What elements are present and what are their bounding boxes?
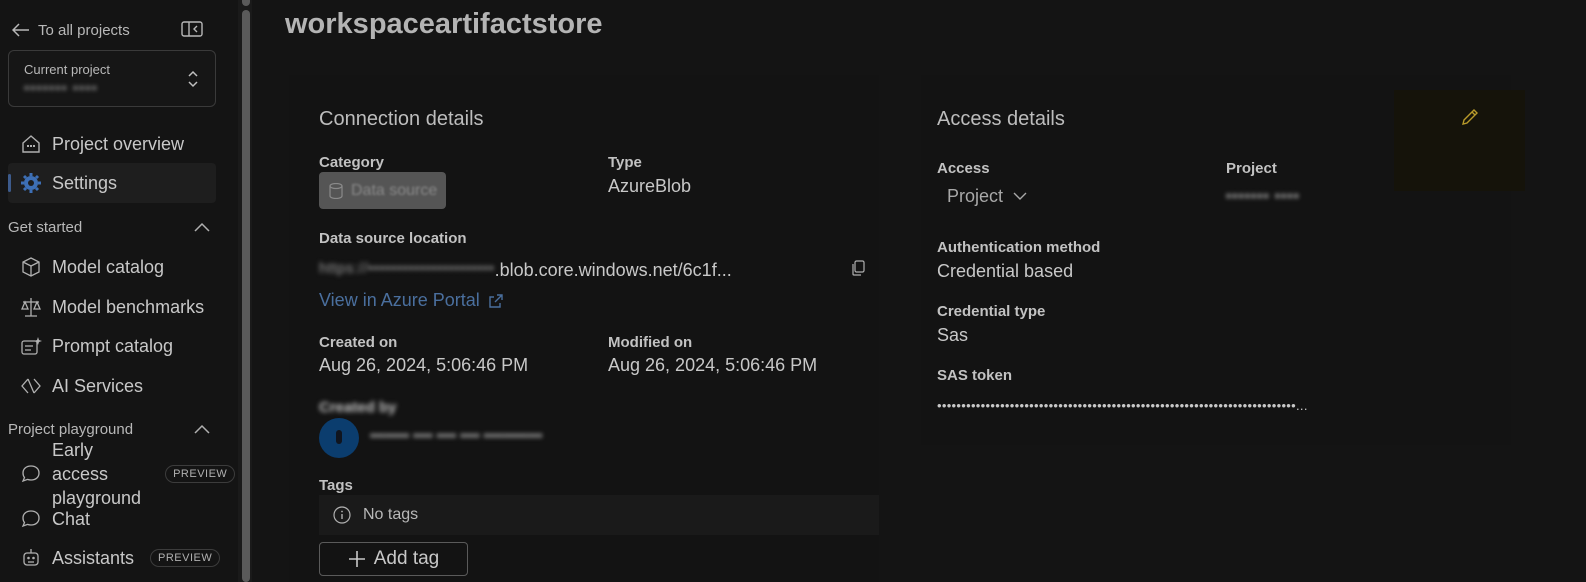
sidebar-collapse-icon: [181, 21, 203, 37]
nav-ai-services[interactable]: AI Services: [8, 366, 216, 406]
prompt-icon: [21, 337, 42, 355]
location-visible: .blob.core.windows.net/6c1f...: [494, 260, 732, 280]
collapse-sidebar-button[interactable]: [181, 20, 203, 38]
arrow-left-icon: [12, 23, 29, 37]
connection-details-title: Connection details: [319, 108, 484, 130]
chat-icon: [21, 510, 40, 528]
nav-chat[interactable]: Chat: [8, 499, 216, 539]
preview-badge: PREVIEW: [150, 549, 221, 567]
nav-project-overview[interactable]: Project overview: [8, 124, 216, 164]
home-icon: [22, 135, 40, 153]
chevron-up-icon: [194, 424, 210, 434]
type-value: AzureBlob: [608, 176, 692, 196]
scrollbar-thumb[interactable]: [242, 10, 250, 582]
nav-settings[interactable]: Settings: [8, 163, 216, 203]
sas-token-value: ••••••••••••••••••••••••••••••••••••••••…: [937, 398, 1308, 413]
created-on-value: Aug 26, 2024, 5:06:46 PM: [319, 355, 529, 375]
category-chip: Data source: [319, 172, 446, 209]
nav-prompt-catalog-label: Prompt catalog: [52, 335, 174, 356]
group-get-started[interactable]: Get started: [8, 215, 216, 239]
location-blurred: https://••••••••••••••••••••••: [319, 260, 495, 277]
nav-chat-label: Chat: [52, 508, 91, 529]
nav-project-overview-label: Project overview: [52, 133, 185, 154]
category-value: Data source: [351, 181, 438, 199]
sidebar: To all projects Current project ••••••• …: [0, 0, 238, 582]
preview-badge: PREVIEW: [165, 465, 236, 483]
nav-early-access-playground[interactable]: Early access playground PREVIEW: [8, 440, 236, 508]
current-project-label: Current project: [24, 62, 110, 77]
early-access-label-line1: Early access: [52, 440, 109, 484]
nav-assistants-label: Assistants: [52, 547, 135, 568]
tags-label: Tags: [319, 477, 353, 494]
avatar: [319, 418, 359, 458]
chevron-updown-icon: [188, 70, 198, 88]
info-icon: [333, 506, 351, 524]
modified-on-value: Aug 26, 2024, 5:06:46 PM: [608, 355, 818, 375]
page-title: workspaceartifactstore: [285, 8, 603, 40]
nav-model-benchmarks[interactable]: Model benchmarks: [8, 287, 216, 327]
category-label: Category: [319, 154, 385, 171]
created-by-label: Created by: [319, 399, 397, 416]
back-to-projects-link[interactable]: To all projects: [12, 20, 130, 40]
pencil-icon: [1462, 109, 1478, 125]
tags-box: No tags: [319, 495, 879, 535]
project-label: Project: [1226, 160, 1277, 177]
sas-token-label: SAS token: [937, 367, 1013, 384]
chevron-up-icon: [194, 222, 210, 232]
access-dropdown[interactable]: Project: [947, 186, 1027, 207]
credential-type-label: Credential type: [937, 303, 1046, 320]
created-on-label: Created on: [319, 334, 398, 351]
created-by-value: •••••••• •••• •••• •••• ••••••••••••: [370, 427, 543, 443]
main-content: workspaceartifactstore Connection detail…: [252, 0, 1586, 582]
current-project-value: ••••••• ••••: [24, 80, 98, 97]
type-label: Type: [608, 154, 642, 171]
data-source-location-value: https://•••••••••••••••••••••• .blob.cor…: [319, 260, 732, 281]
nav-model-catalog-label: Model catalog: [52, 256, 165, 277]
nav-model-catalog[interactable]: Model catalog: [8, 247, 216, 287]
plus-icon: [348, 551, 365, 567]
project-value: ••••••• ••••: [1226, 188, 1300, 205]
scale-icon: [21, 298, 41, 317]
nav-prompt-catalog[interactable]: Prompt catalog: [8, 326, 216, 366]
project-selector[interactable]: Current project ••••••• ••••: [8, 50, 216, 107]
nav-assistants[interactable]: Assistants PREVIEW: [8, 538, 221, 578]
auth-method-label: Authentication method: [937, 239, 1101, 256]
auth-method-value: Credential based: [937, 261, 1074, 281]
chevron-down-icon: [1013, 192, 1027, 200]
nav-ai-services-label: AI Services: [52, 375, 144, 396]
modified-on-label: Modified on: [608, 334, 693, 351]
group-get-started-label: Get started: [8, 218, 83, 236]
portal-link-label: View in Azure Portal: [319, 290, 480, 310]
back-link-label: To all projects: [38, 21, 130, 39]
add-tag-button[interactable]: Add tag: [319, 542, 468, 576]
copy-icon[interactable]: [851, 260, 865, 276]
data-source-location-label: Data source location: [319, 230, 467, 247]
external-link-icon: [489, 293, 503, 308]
view-in-azure-portal-link[interactable]: View in Azure Portal: [319, 290, 504, 311]
nav-model-benchmarks-label: Model benchmarks: [52, 296, 205, 317]
cube-icon: [22, 257, 40, 277]
chat-bubble-icon: [21, 465, 40, 483]
access-details-title: Access details: [937, 108, 1065, 130]
no-tags-text: No tags: [363, 506, 419, 523]
bot-icon: [23, 549, 39, 566]
credential-type-value: Sas: [937, 325, 969, 345]
edit-access-button[interactable]: [1394, 90, 1525, 191]
group-project-playground-label: Project playground: [8, 420, 134, 438]
database-icon: [329, 182, 343, 199]
access-dropdown-value: Project: [947, 186, 1004, 206]
gear-icon: [21, 173, 41, 193]
add-tag-label: Add tag: [373, 548, 440, 569]
access-label: Access: [937, 160, 990, 177]
nav-settings-label: Settings: [52, 172, 118, 193]
ai-services-icon: [21, 378, 41, 394]
